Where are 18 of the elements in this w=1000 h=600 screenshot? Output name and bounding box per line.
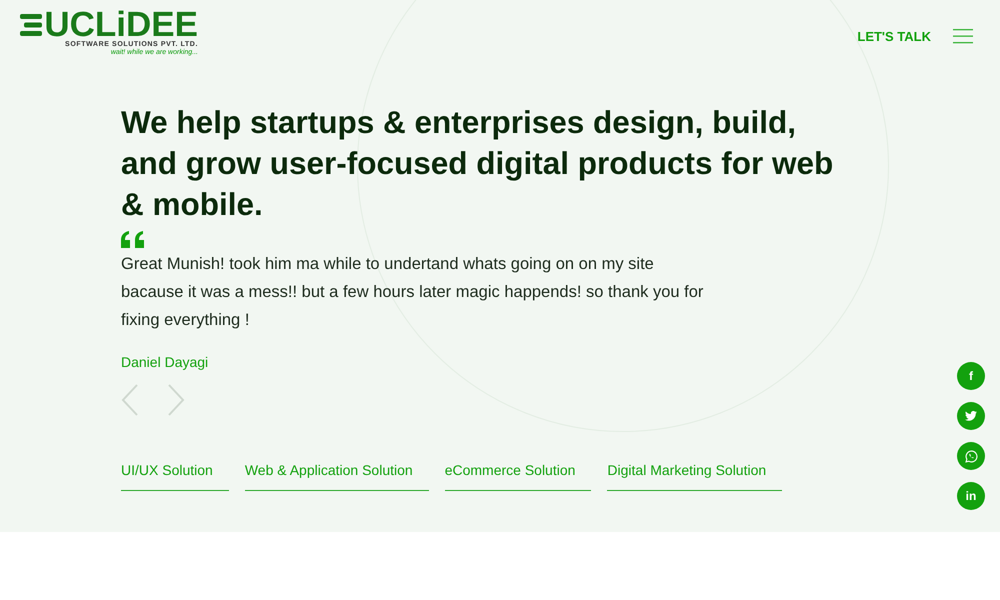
stripes-icon: [20, 14, 42, 36]
quote-icon: [121, 231, 145, 248]
menu-icon[interactable]: [953, 28, 973, 44]
service-link[interactable]: Web & Application Solution: [244, 462, 429, 491]
next-arrow-icon[interactable]: [167, 384, 185, 416]
testimonial-author: Daniel Dayagi: [121, 354, 210, 370]
facebook-button[interactable]: f: [957, 362, 985, 390]
bird-icon[interactable]: [957, 402, 985, 430]
chat-bubble-icon[interactable]: [957, 442, 985, 470]
hero-heading: We help startups & enterprises design, build, and grow user-focused digital products for web & mobile.: [121, 103, 834, 224]
service-link[interactable]: Digital Marketing Solution: [607, 462, 782, 491]
logo-wordmark[interactable]: UCLiDEE: [44, 10, 198, 40]
previous-arrow-icon[interactable]: [121, 384, 139, 416]
testimonial-text: Great Munish! took him ma while to undertand whats going on on my site bacause it was a mess!! but a few hours later magic happends! so thank you for fixing everything !: [121, 254, 704, 331]
service-link[interactable]: eCommerce Solution: [444, 462, 592, 491]
linkedin-button[interactable]: in: [957, 482, 985, 510]
service-link[interactable]: UI/UX Solution: [121, 462, 229, 491]
lets-talk-link[interactable]: LET'S TALK: [857, 28, 931, 44]
